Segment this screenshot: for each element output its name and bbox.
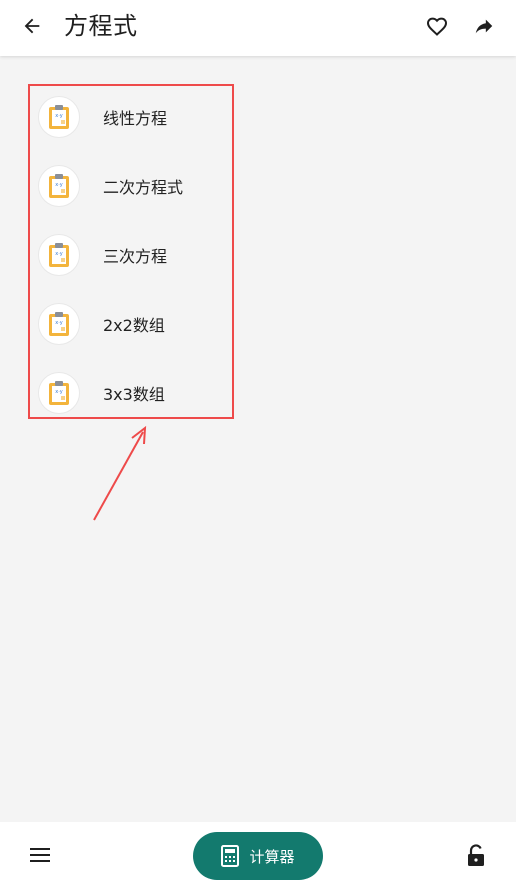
item-badge: x·y [38,165,80,207]
list-item-linear-equation[interactable]: x·y 线性方程 [38,94,234,140]
svg-text:x·y: x·y [55,389,63,395]
share-arrow-icon [475,19,493,34]
list-item-cubic-equation[interactable]: x·y 三次方程 [38,232,234,278]
calculator-label: 计算器 [249,847,295,866]
item-label: 2x2数组 [103,316,165,335]
calculator-icon [221,845,240,867]
item-label: 3x3数组 [103,385,165,404]
item-badge: x·y [38,303,80,345]
clipboard-xy-icon: x·y [49,174,69,198]
svg-text:x·y: x·y [55,320,63,326]
svg-text:x·y: x·y [55,113,63,119]
calculator-button[interactable]: 计算器 [193,832,323,880]
equation-list: x·y 线性方程 x·y 二次方程式 x·y 三次方程 x·y 2x2数组 x·… [28,84,234,419]
favorite-button[interactable] [421,8,453,44]
svg-text:x·y: x·y [55,182,63,188]
app-bar: 方程式 [0,0,516,56]
item-label: 线性方程 [103,109,168,128]
menu-button[interactable] [24,833,56,877]
hamburger-menu-icon [30,848,50,862]
back-button[interactable] [16,8,48,44]
item-badge: x·y [38,96,80,138]
heart-outline-icon [426,17,448,36]
clipboard-xy-icon: x·y [49,105,69,129]
list-item-quadratic-equation[interactable]: x·y 二次方程式 [38,163,234,209]
item-badge: x·y [38,234,80,276]
svg-text:x·y: x·y [55,251,63,257]
annotation-arrow-icon [93,425,147,521]
lock-button[interactable] [462,838,490,874]
item-badge: x·y [38,372,80,414]
unlock-icon [468,844,484,866]
list-item-3x3-array[interactable]: x·y 3x3数组 [38,370,234,416]
arrow-left-icon [24,18,40,34]
page-title: 方程式 [64,12,138,40]
list-item-2x2-array[interactable]: x·y 2x2数组 [38,301,234,347]
clipboard-xy-icon: x·y [49,243,69,267]
clipboard-xy-icon: x·y [49,312,69,336]
share-button[interactable] [468,8,500,44]
item-label: 二次方程式 [103,178,184,197]
clipboard-xy-icon: x·y [49,381,69,405]
item-label: 三次方程 [103,247,168,266]
